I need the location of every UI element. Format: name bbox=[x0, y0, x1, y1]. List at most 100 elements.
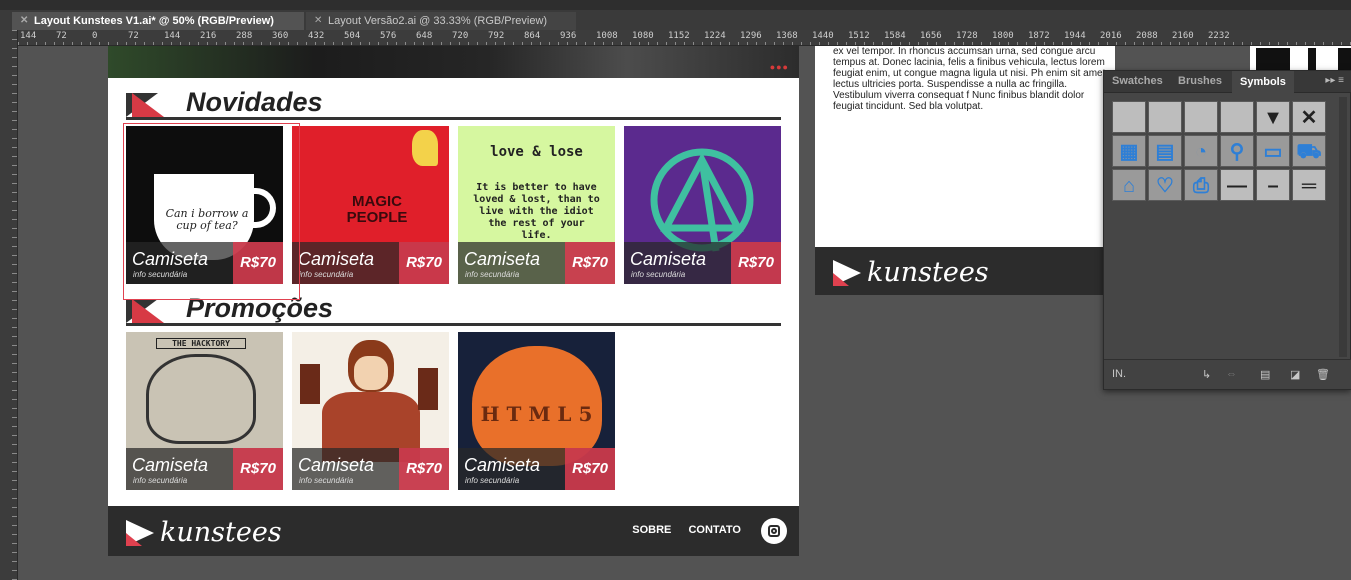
ruler-number: 1224 bbox=[704, 31, 726, 41]
vertical-ruler[interactable] bbox=[0, 30, 18, 580]
product-card[interactable]: Camiseta info secundária R$70 bbox=[624, 126, 781, 284]
close-tab-icon[interactable]: ✕ bbox=[314, 12, 322, 30]
ruler-number: 1728 bbox=[956, 31, 978, 41]
panel-menu-icon[interactable]: ▸▸ ≡ bbox=[1325, 75, 1344, 86]
break-link-icon[interactable]: ⇔ bbox=[1226, 368, 1237, 380]
art-shape bbox=[1338, 48, 1351, 70]
product-name: Camiseta bbox=[298, 249, 375, 269]
artboard-secondary[interactable]: ex vel tempor. In rhoncus accumsan urna,… bbox=[815, 46, 1115, 295]
hammer-illustration bbox=[300, 364, 320, 404]
ruler-number: 1872 bbox=[1028, 31, 1050, 41]
artboard-corner-art bbox=[1250, 46, 1351, 72]
tab-label: Layout Kunstees V1.ai* @ 50% (RGB/Previe… bbox=[34, 15, 274, 27]
print-icon-glyph: ⎙ bbox=[1193, 175, 1209, 197]
ruler-number: 432 bbox=[308, 31, 325, 41]
ruler-number: 1440 bbox=[812, 31, 834, 41]
product-card[interactable]: THE HACKTORY Camiseta info secundária R$… bbox=[126, 332, 283, 490]
product-name: Camiseta bbox=[132, 455, 209, 475]
product-price: R$70 bbox=[565, 448, 615, 490]
product-card[interactable]: love & lose It is better to have loved &… bbox=[458, 126, 615, 284]
product-card[interactable]: MAGIC PEOPLE Camiseta info secundária R$… bbox=[292, 126, 449, 284]
tab-brushes[interactable]: Brushes bbox=[1178, 75, 1222, 87]
symbol-libraries-icon[interactable]: IN. bbox=[1112, 368, 1126, 380]
slider-symbol[interactable]: – bbox=[1256, 169, 1290, 201]
product-name: Camiseta bbox=[298, 455, 375, 475]
product-card[interactable]: Camiseta info secundária R$70 bbox=[292, 332, 449, 490]
ruler-number: 1512 bbox=[848, 31, 870, 41]
button-light-3-symbol[interactable] bbox=[1184, 101, 1218, 133]
cart-icon[interactable]: ⛟ bbox=[1292, 135, 1326, 167]
place-symbol-icon[interactable]: ↳ bbox=[1202, 368, 1211, 381]
ruler-number: 0 bbox=[92, 31, 98, 41]
art-quote: It is better to have loved & lost, than … bbox=[473, 182, 600, 241]
heading-red-triangle bbox=[132, 93, 164, 117]
slider-dots[interactable]: ●●● bbox=[770, 62, 789, 72]
tab-layout-v1[interactable]: ✕ Layout Kunstees V1.ai* @ 50% (RGB/Prev… bbox=[12, 12, 304, 30]
character-face bbox=[354, 356, 388, 390]
product-subinfo: info secundária bbox=[299, 476, 354, 485]
field-symbol-glyph bbox=[1221, 102, 1253, 132]
art-shape bbox=[1308, 48, 1316, 70]
home-icon-glyph: ⌂ bbox=[1122, 175, 1136, 197]
instagram-icon[interactable] bbox=[761, 518, 787, 544]
print-icon[interactable]: ⎙ bbox=[1184, 169, 1218, 201]
document-tab-bar: ✕ Layout Kunstees V1.ai* @ 50% (RGB/Prev… bbox=[0, 10, 1351, 30]
footer-link-contato[interactable]: CONTATO bbox=[688, 524, 741, 536]
product-subinfo: info secundária bbox=[465, 270, 520, 279]
product-price: R$70 bbox=[233, 448, 283, 490]
tab-layout-v2[interactable]: ✕ Layout Versão2.ai @ 33.33% (RGB/Previe… bbox=[306, 12, 576, 30]
product-subinfo: info secundária bbox=[631, 270, 686, 279]
ruler-number: 720 bbox=[452, 31, 469, 41]
tab-symbols[interactable]: Symbols bbox=[1232, 71, 1294, 94]
tab-swatches[interactable]: Swatches bbox=[1112, 75, 1163, 87]
ruler-number: 2160 bbox=[1172, 31, 1194, 41]
search-icon[interactable]: ⚲ bbox=[1220, 135, 1254, 167]
button-light-symbol[interactable] bbox=[1112, 101, 1146, 133]
rss-icon-glyph: ◔ bbox=[1194, 141, 1208, 163]
horizontal-ruler[interactable]: 144 72 0 72 144 216 288 360 432 504 576 648 720 792 86… bbox=[18, 30, 1351, 46]
close-tab-icon[interactable]: ✕ bbox=[20, 12, 28, 30]
close-symbol[interactable]: ✕ bbox=[1292, 101, 1326, 133]
home-icon[interactable]: ⌂ bbox=[1112, 169, 1146, 201]
art-title: MAGIC PEOPLE bbox=[346, 193, 408, 226]
footer-logo[interactable]: kunstees bbox=[126, 517, 282, 548]
product-card[interactable]: H T M L 5 Camiseta info secundária R$70 bbox=[458, 332, 615, 490]
tab-label: Layout Versão2.ai @ 33.33% (RGB/Preview) bbox=[328, 15, 548, 27]
field-symbol[interactable] bbox=[1220, 101, 1254, 133]
footer-logo[interactable]: kunstees bbox=[833, 257, 989, 288]
product-price: R$70 bbox=[565, 242, 615, 284]
ruler-number: 72 bbox=[56, 31, 67, 41]
delete-symbol-icon[interactable]: 🗑 bbox=[1316, 368, 1330, 381]
symbol-options-icon[interactable]: ▤ bbox=[1260, 368, 1270, 381]
ruler-number: 1152 bbox=[668, 31, 690, 41]
ruler-number: 2088 bbox=[1136, 31, 1158, 41]
selection-bounding-box[interactable] bbox=[123, 123, 300, 300]
lines-symbol-glyph: ═ bbox=[1301, 175, 1317, 197]
ruler-number: 936 bbox=[560, 31, 577, 41]
calendar-icon[interactable]: ▦ bbox=[1112, 135, 1146, 167]
film-icon[interactable]: ▤ bbox=[1148, 135, 1182, 167]
ruler-number: 1368 bbox=[776, 31, 798, 41]
card-icon[interactable]: ▭ bbox=[1256, 135, 1290, 167]
line-symbol[interactable]: — bbox=[1220, 169, 1254, 201]
art-title: H T M L 5 bbox=[480, 402, 593, 426]
dropdown-symbol[interactable]: ▼ bbox=[1256, 101, 1290, 133]
lines-symbol[interactable]: ═ bbox=[1292, 169, 1326, 201]
health-icon[interactable]: ♡ bbox=[1148, 169, 1182, 201]
footer-link-sobre[interactable]: SOBRE bbox=[632, 524, 671, 536]
close-symbol-glyph: ✕ bbox=[1300, 107, 1318, 129]
film-icon-glyph: ▤ bbox=[1155, 141, 1175, 163]
panel-scrollbar[interactable] bbox=[1339, 97, 1347, 357]
rss-icon[interactable]: ◔ bbox=[1184, 135, 1218, 167]
ruler-number: 648 bbox=[416, 31, 433, 41]
new-symbol-icon[interactable]: ◪ bbox=[1290, 368, 1300, 381]
logo-text: kunstees bbox=[867, 257, 989, 288]
button-light-2-symbol[interactable] bbox=[1148, 101, 1182, 133]
dropdown-symbol-glyph: ▼ bbox=[1263, 107, 1283, 129]
ruler-number: 2016 bbox=[1100, 31, 1122, 41]
section-heading-novidades: Novidades bbox=[126, 87, 781, 120]
title-strip bbox=[0, 0, 1351, 10]
section-title: Novidades bbox=[186, 87, 323, 117]
ruler-number: 1944 bbox=[1064, 31, 1086, 41]
panel-bottom-toolbar: IN. ↳ ⇔ ▤ ◪ 🗑 bbox=[1104, 359, 1351, 389]
